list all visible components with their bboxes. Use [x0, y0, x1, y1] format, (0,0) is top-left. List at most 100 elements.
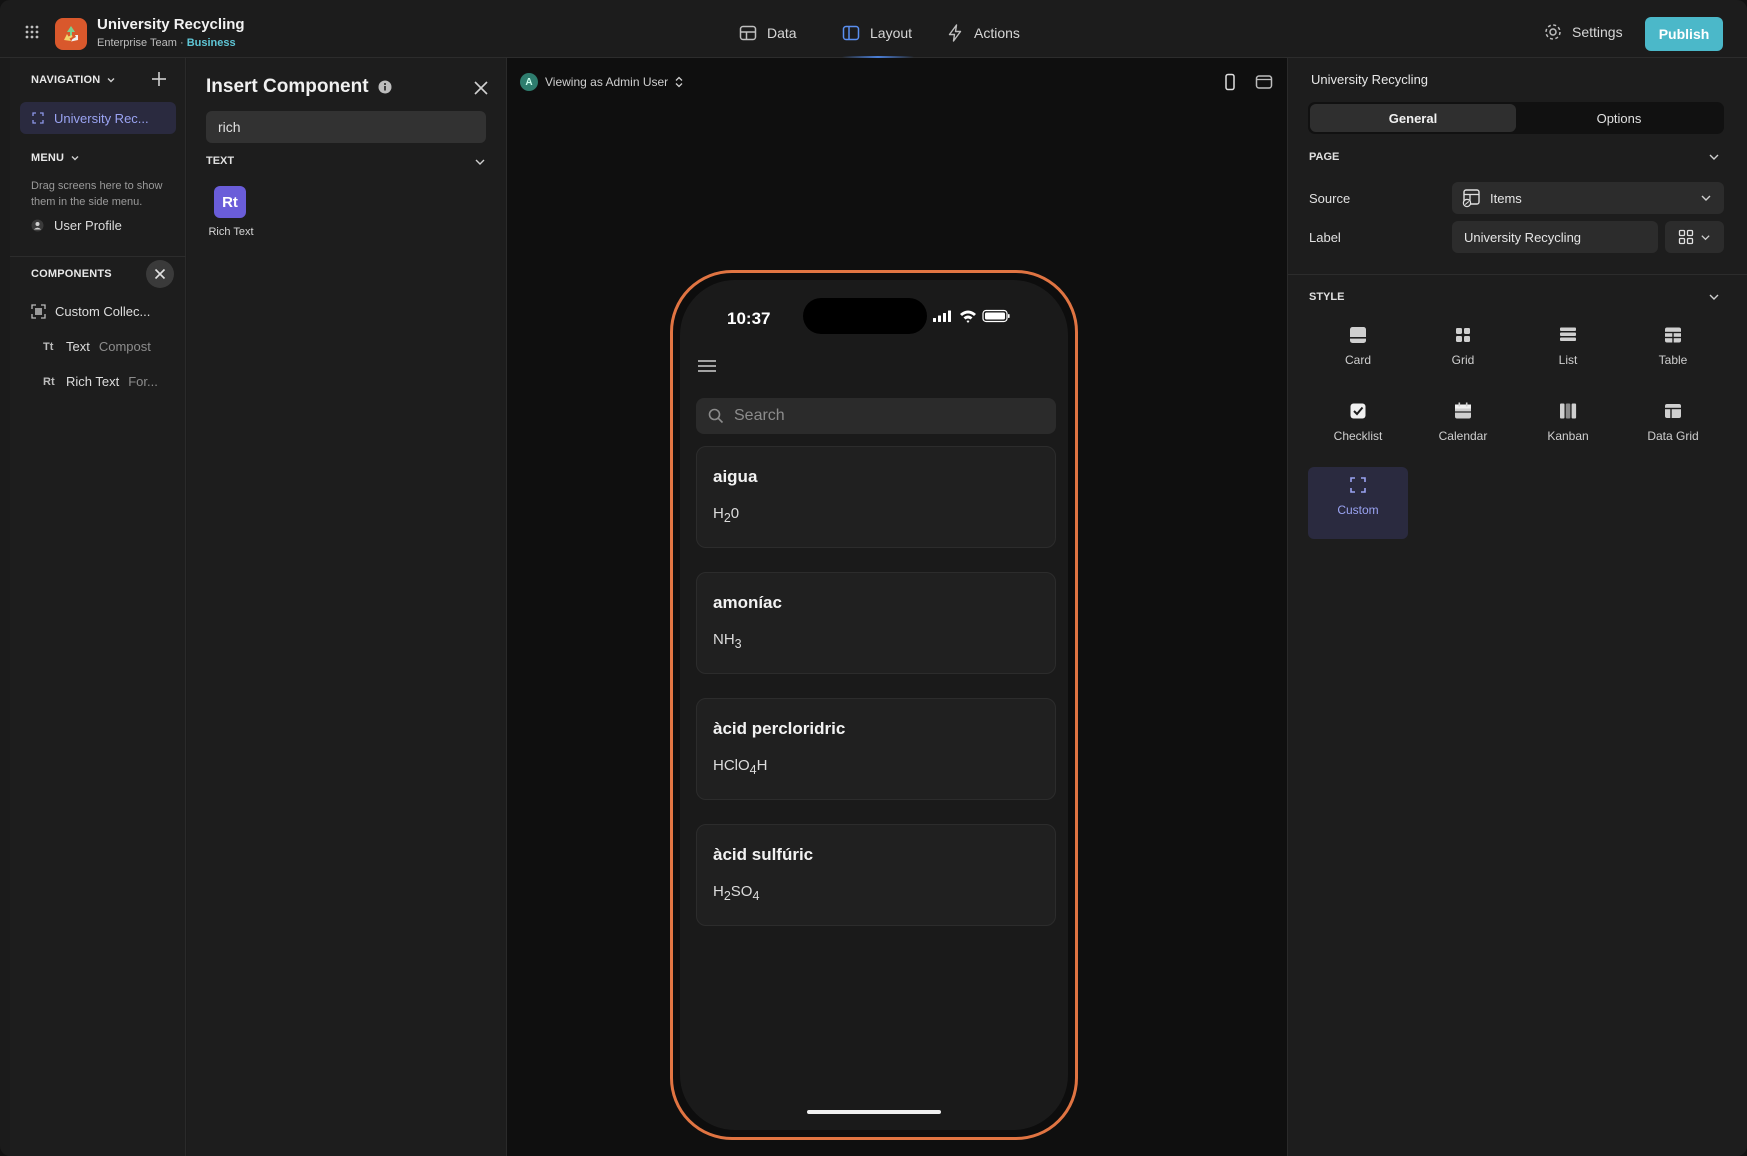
custom-screen-icon [32, 112, 44, 124]
settings-button[interactable]: Settings [1543, 22, 1623, 42]
user-icon [31, 219, 44, 232]
phone-search-placeholder: Search [734, 407, 785, 424]
source-select[interactable]: Items [1452, 182, 1724, 214]
viewing-as-selector[interactable]: A Viewing as Admin User [520, 73, 683, 91]
page-section-header: PAGE [1309, 151, 1340, 163]
tab-data-label: Data [767, 25, 797, 41]
style-custom[interactable]: Custom [1308, 467, 1408, 539]
component-custom-collection[interactable]: Custom Collec... [31, 304, 150, 319]
menu-help-text: Drag screens here to show them in the si… [31, 180, 163, 208]
publish-button[interactable]: Publish [1645, 17, 1723, 51]
gear-icon [1545, 24, 1561, 40]
chevron-down-icon[interactable] [1708, 151, 1720, 163]
style-grid[interactable]: Grid [1413, 317, 1513, 381]
close-icon [154, 268, 166, 280]
component-sublabel: Compost [98, 339, 151, 354]
phone-device-icon[interactable] [1221, 73, 1239, 91]
style-list[interactable]: List [1518, 317, 1618, 381]
add-screen-icon[interactable] [150, 70, 168, 88]
search-icon [708, 408, 724, 424]
properties-tabs: General Options [1308, 102, 1724, 134]
info-icon[interactable] [378, 80, 392, 94]
style-checklist[interactable]: Checklist [1308, 393, 1408, 457]
plan-badge: Business [186, 37, 236, 49]
component-search-input[interactable] [206, 111, 486, 143]
close-components-button[interactable] [146, 260, 174, 288]
navigation-header-label: NAVIGATION [31, 74, 101, 86]
list-item-card[interactable]: amoníac NH3 [696, 572, 1056, 674]
list-item-card[interactable]: àcid sulfúric H2SO4 [696, 824, 1056, 926]
status-time: 10:37 [727, 309, 771, 328]
collection-icon [31, 304, 46, 319]
app-subtitle: Enterprise Team · Business [97, 37, 236, 49]
grid-icon [1456, 328, 1470, 342]
list-item-card[interactable]: aigua H20 [696, 446, 1056, 548]
sidebar-item-university-recycling[interactable]: University Rec... [20, 102, 176, 134]
chevron-down-icon[interactable] [1708, 291, 1720, 303]
rich-text-tile[interactable]: Rt [214, 186, 246, 218]
hamburger-menu-icon[interactable] [697, 358, 717, 374]
formula-text: H [713, 883, 724, 900]
style-calendar[interactable]: Calendar [1413, 393, 1513, 457]
phone-search-input[interactable]: Search [696, 398, 1056, 434]
formula-subscript: 4 [749, 763, 757, 777]
card-title: àcid percloridric [713, 719, 846, 738]
preview-canvas: A Viewing as Admin User 10:37 Search aig… [507, 58, 1287, 1156]
user-profile-label: User Profile [54, 218, 122, 233]
label-input[interactable] [1452, 221, 1658, 253]
kanban-icon [1560, 403, 1577, 419]
settings-label: Settings [1572, 24, 1623, 40]
chevron-down-icon [1701, 234, 1710, 240]
chevron-down-icon [107, 78, 115, 83]
tablet-device-icon[interactable] [1255, 73, 1273, 91]
tab-layout[interactable]: Layout [841, 22, 912, 44]
tab-actions[interactable]: Actions [945, 22, 1020, 44]
team-name: Enterprise Team [97, 37, 177, 49]
label-format-button[interactable] [1665, 221, 1724, 253]
app-logo[interactable] [55, 18, 87, 50]
formula-text: H [713, 505, 724, 522]
formula-text: HClO [713, 757, 750, 774]
formula-text: SO [730, 883, 753, 900]
formula-subscript: 2 [723, 889, 731, 903]
text-icon: Tt [43, 340, 54, 353]
label-label: Label [1309, 230, 1341, 245]
menu-header[interactable]: MENU [31, 152, 80, 164]
sidebar-item-user-profile[interactable]: User Profile [31, 218, 122, 233]
source-label: Source [1309, 191, 1351, 206]
table-icon [1665, 327, 1681, 343]
card-title: amoníac [713, 593, 782, 612]
style-card[interactable]: Card [1308, 317, 1408, 381]
list-item-card[interactable]: àcid percloridric HClO4H [696, 698, 1056, 800]
tab-general[interactable]: General [1310, 104, 1516, 132]
apps-grid-icon[interactable] [24, 24, 40, 40]
style-table[interactable]: Table [1623, 317, 1723, 381]
tab-options[interactable]: Options [1516, 104, 1722, 132]
formula-text: H [756, 757, 768, 774]
component-rich-text[interactable]: Rt Rich Text For... [43, 374, 158, 389]
components-header-label: COMPONENTS [31, 268, 112, 280]
wifi-icon [960, 310, 976, 323]
card-formula: NH3 [713, 631, 742, 651]
style-label: Kanban [1547, 429, 1589, 443]
recycle-icon [64, 26, 78, 42]
app-title: University Recycling [97, 16, 245, 33]
style-data-grid[interactable]: Data Grid [1623, 393, 1723, 457]
tab-data[interactable]: Data [738, 22, 797, 44]
component-text[interactable]: Tt Text Compost [43, 339, 151, 354]
app-window: University Recycling Enterprise Team · B… [0, 0, 1747, 1156]
avatar: A [520, 73, 538, 91]
chevron-down-icon[interactable] [474, 156, 486, 168]
close-icon[interactable] [473, 80, 489, 96]
card-icon [1350, 327, 1366, 343]
card-formula: H20 [713, 505, 739, 525]
chevron-down-icon [1701, 195, 1711, 201]
style-label: Card [1344, 353, 1371, 367]
navigation-header[interactable]: NAVIGATION [31, 74, 116, 86]
style-label: Data Grid [1647, 429, 1699, 443]
style-kanban[interactable]: Kanban [1518, 393, 1618, 457]
tab-actions-label: Actions [974, 25, 1020, 41]
lightning-icon [948, 24, 962, 42]
source-value: Items [1490, 190, 1522, 206]
card-title: àcid sulfúric [713, 845, 814, 864]
